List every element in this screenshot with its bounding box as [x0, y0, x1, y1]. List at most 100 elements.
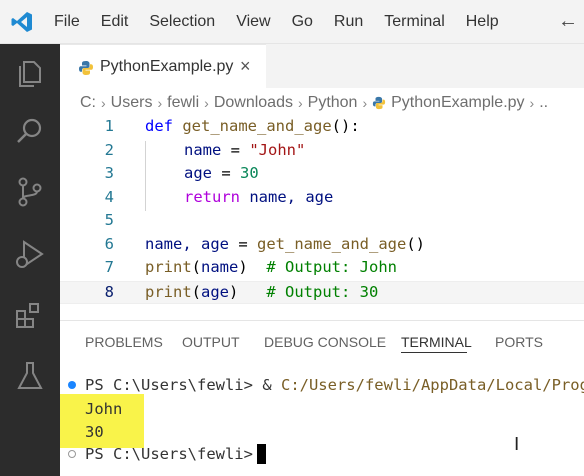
tab-debug-console[interactable]: DEBUG CONSOLE — [264, 334, 386, 350]
command-decoration-icon[interactable] — [68, 450, 76, 458]
breadcrumb-separator: › — [157, 95, 163, 111]
breadcrumb-separator: › — [529, 95, 535, 111]
command-success-decoration-icon[interactable] — [68, 381, 76, 389]
line-code: return name, age — [184, 188, 333, 206]
indent-guide — [145, 141, 146, 211]
menu-run[interactable]: Run — [334, 13, 363, 31]
punctuation: (): — [331, 117, 360, 135]
line-number: 6 — [104, 234, 114, 253]
variable: name — [184, 140, 222, 159]
line-number: 2 — [104, 140, 114, 159]
punctuation: () — [406, 234, 425, 253]
tab-close-icon[interactable]: × — [240, 56, 251, 77]
string-literal: "John" — [249, 140, 306, 159]
breadcrumb-separator: › — [204, 95, 209, 111]
comment: # Output: 30 — [238, 282, 379, 301]
code-line: 7 print(name) # Output: John — [60, 257, 584, 281]
breadcrumb-separator: › — [297, 95, 303, 111]
terminal-cursor — [257, 444, 266, 464]
breadcrumb-item[interactable]: .. — [539, 94, 548, 112]
line-number: 8 — [104, 282, 114, 301]
terminal-prompt: PS C:\Users\fewli> — [85, 376, 263, 394]
variables: name, age — [240, 187, 334, 206]
comment: # Output: John — [247, 258, 397, 276]
number-literal: 30 — [240, 164, 259, 182]
extensions-icon[interactable] — [12, 298, 48, 334]
run-debug-icon[interactable] — [12, 236, 48, 272]
breadcrumb-item[interactable]: fewli — [167, 94, 199, 112]
operator: = — [212, 164, 240, 182]
tab-terminal[interactable]: TERMINAL — [401, 334, 472, 350]
menu-file[interactable]: File — [54, 13, 80, 31]
line-code: print(age) # Output: 30 — [145, 283, 378, 301]
back-arrow-icon[interactable]: ← — [558, 10, 578, 33]
variable: age — [201, 282, 230, 301]
line-number: 7 — [104, 258, 114, 276]
line-number: 3 — [104, 164, 114, 182]
line-number: 1 — [104, 117, 114, 135]
terminal-command-path: C:/Users/fewli/AppData/Local/Progra — [280, 376, 584, 394]
menu-terminal[interactable]: Terminal — [384, 13, 444, 31]
tab-python-example[interactable]: PythonExample.py × — [60, 44, 266, 88]
breadcrumb-separator: › — [362, 95, 368, 111]
menu-bar: File Edit Selection View Go Run Terminal… — [54, 0, 520, 44]
code-editor[interactable]: 1 def get_name_and_age(): 2 name = "John… — [60, 114, 584, 314]
code-line: 5 — [60, 210, 584, 234]
line-code: print(name) # Output: John — [145, 258, 397, 276]
breadcrumb-separator: › — [101, 95, 106, 111]
menu-go[interactable]: Go — [292, 13, 313, 31]
breadcrumb-item[interactable]: Downloads — [214, 94, 293, 112]
source-control-icon[interactable] — [12, 174, 48, 210]
terminal-command-line: PS C:\Users\fewli> & C:/Users/fewli/AppD… — [85, 376, 584, 394]
breadcrumb-item[interactable]: C: — [80, 94, 96, 112]
variables: name, age — [145, 234, 229, 253]
explorer-icon[interactable] — [12, 56, 48, 92]
variable: age — [184, 164, 212, 182]
tab-problems[interactable]: PROBLEMS — [85, 334, 163, 350]
breadcrumb: C: › Users › fewli › Downloads › Python … — [80, 92, 548, 114]
breadcrumb-item[interactable]: Python — [308, 94, 358, 112]
python-file-icon — [79, 61, 93, 75]
menu-view[interactable]: View — [236, 13, 270, 31]
breadcrumb-item[interactable]: Users — [111, 94, 153, 112]
line-number: 4 — [104, 187, 114, 206]
title-bar: File Edit Selection View Go Run Terminal… — [0, 0, 584, 44]
variable: name — [201, 258, 239, 276]
code-line: 1 def get_name_and_age(): — [60, 116, 584, 140]
terminal-prompt-line: PS C:\Users\fewli> — [85, 445, 263, 463]
tab-ports[interactable]: PORTS — [495, 334, 543, 350]
code-line: 3 age = 30 — [60, 163, 584, 187]
breadcrumb-item[interactable]: PythonExample.py — [391, 94, 524, 112]
tab-label: PythonExample.py — [100, 58, 234, 75]
punctuation: ( — [191, 258, 202, 276]
function-name: get_name_and_age — [182, 117, 332, 135]
keyword: def — [145, 117, 173, 135]
panel-divider — [60, 320, 584, 321]
line-code: def get_name_and_age(): — [145, 117, 360, 135]
terminal-output-line: John — [85, 400, 123, 418]
punctuation: ) — [238, 258, 248, 276]
menu-help[interactable]: Help — [466, 13, 499, 31]
line-code: name = "John" — [184, 141, 305, 159]
punctuation: ) — [229, 282, 239, 301]
code-line: 2 name = "John" — [60, 140, 584, 164]
line-code: age = 30 — [184, 164, 259, 182]
activity-bar — [0, 44, 60, 476]
tab-output[interactable]: OUTPUT — [182, 334, 240, 350]
line-code: name, age = get_name_and_age() — [145, 235, 425, 253]
vscode-logo-icon — [11, 12, 32, 32]
active-tab-indicator — [401, 352, 467, 353]
code-line: 6 name, age = get_name_and_age() — [60, 234, 584, 258]
line-number: 5 — [104, 211, 114, 229]
terminal-output-line: 30 — [85, 423, 104, 441]
search-icon[interactable] — [12, 114, 48, 150]
editor-tab-bar: PythonExample.py × — [60, 44, 584, 88]
punctuation: ( — [191, 282, 202, 301]
terminal[interactable]: PS C:\Users\fewli> & C:/Users/fewli/AppD… — [60, 370, 584, 476]
function-name: print — [145, 282, 192, 301]
menu-selection[interactable]: Selection — [149, 13, 215, 31]
menu-edit[interactable]: Edit — [101, 13, 129, 31]
python-file-icon — [373, 96, 386, 110]
testing-icon[interactable] — [12, 358, 48, 394]
terminal-operator: & — [262, 376, 281, 394]
